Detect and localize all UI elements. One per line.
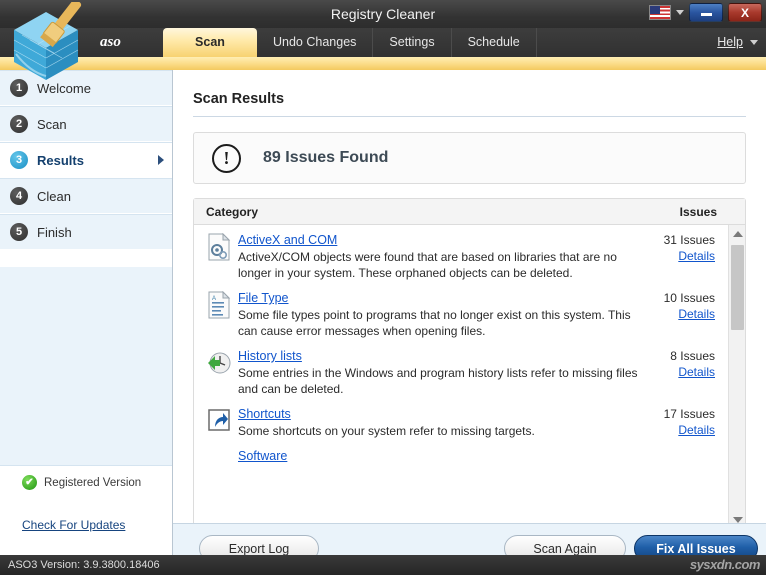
tab-scan[interactable]: Scan	[163, 28, 257, 57]
category-link-software[interactable]: Software	[238, 449, 287, 463]
category-description: Some file types point to programs that n…	[238, 308, 631, 338]
shortcuts-icon	[206, 407, 232, 435]
tab-list: Scan Undo Changes Settings Schedule	[163, 28, 537, 57]
chevron-up-icon[interactable]	[729, 225, 745, 242]
tab-undo-changes[interactable]: Undo Changes	[257, 28, 374, 57]
category-description: ActiveX/COM objects were found that are …	[238, 250, 617, 280]
exclamation-circle-icon: !	[212, 143, 241, 173]
category-description: Some entries in the Windows and program …	[238, 366, 638, 396]
watermark-text: sysxdn.com	[689, 557, 761, 572]
sidebar: 1 Welcome 2 Scan 3 Results 4 Clean 5 Fin…	[0, 70, 173, 555]
close-button[interactable]: X	[728, 3, 762, 22]
category-issue-info: 17 Issues Details	[643, 407, 715, 439]
sidebar-item-clean[interactable]: 4 Clean	[0, 178, 172, 214]
page-title: Scan Results	[193, 91, 285, 107]
category-list: Category Issues ActiveX and COM ActiveX/…	[193, 198, 746, 530]
details-link[interactable]: Details	[678, 423, 715, 437]
sidebar-item-label: Results	[37, 152, 84, 168]
tab-settings[interactable]: Settings	[373, 28, 452, 57]
list-scrollbar[interactable]	[728, 225, 745, 528]
column-header-category: Category	[206, 205, 259, 219]
table-row[interactable]: A File Type Some file types point to pro…	[194, 283, 745, 341]
details-link[interactable]: Details	[678, 365, 715, 379]
svg-text:A: A	[212, 296, 216, 302]
column-header-issues: Issues	[679, 205, 717, 219]
us-flag-icon[interactable]	[649, 5, 671, 20]
category-link-activex-and-com[interactable]: ActiveX and COM	[238, 233, 337, 247]
category-description: Some shortcuts on your system refer to m…	[238, 424, 535, 438]
sidebar-item-label: Scan	[37, 116, 67, 132]
tab-bar: aso Scan Undo Changes Settings Schedule …	[0, 28, 766, 57]
category-issue-info: 31 Issues Details	[643, 233, 715, 265]
minimize-icon	[700, 12, 712, 16]
help-link[interactable]: Help	[717, 28, 743, 57]
main-panel: Scan Results ! 89 Issues Found Category …	[173, 70, 766, 555]
chevron-down-icon[interactable]	[750, 40, 758, 45]
sidebar-item-scan[interactable]: 2 Scan	[0, 106, 172, 142]
software-icon	[206, 449, 232, 477]
category-list-body: ActiveX and COM ActiveX/COM objects were…	[194, 225, 745, 528]
help-menu[interactable]: Help	[717, 28, 758, 57]
table-row[interactable]: Shortcuts Some shortcuts on your system …	[194, 399, 745, 447]
sidebar-item-label: Finish	[37, 224, 72, 240]
registered-version-row: ✔ Registered Version	[0, 465, 172, 499]
check-circle-icon: ✔	[22, 475, 37, 490]
check-updates-link[interactable]: Check For Updates	[22, 518, 125, 532]
sidebar-item-finish[interactable]: 5 Finish	[0, 214, 172, 250]
minimize-button[interactable]	[689, 3, 723, 22]
step-number: 4	[10, 187, 28, 205]
issues-found-banner: ! 89 Issues Found	[193, 132, 746, 184]
gold-accent-bar	[0, 57, 766, 70]
step-number: 5	[10, 223, 28, 241]
registered-version-label: Registered Version	[44, 476, 142, 489]
brand-name: aso	[100, 34, 121, 50]
category-link-file-type[interactable]: File Type	[238, 291, 289, 305]
table-row[interactable]: Software	[194, 447, 745, 479]
details-link[interactable]: Details	[678, 249, 715, 263]
step-number: 3	[10, 151, 28, 169]
category-issue-count: 8 Issues	[670, 349, 715, 363]
title-bar: Registry Cleaner X	[0, 0, 766, 28]
scrollbar-thumb[interactable]	[731, 245, 744, 330]
category-issue-info: 8 Issues Details	[643, 349, 715, 381]
application-window: Registry Cleaner X aso Scan Undo Changes…	[0, 0, 766, 575]
sidebar-item-results[interactable]: 3 Results	[0, 142, 172, 178]
cube-brush-logo-icon	[6, 0, 98, 84]
category-list-header: Category Issues	[194, 199, 745, 225]
status-bar: ASO3 Version: 3.9.3800.18406 sysxdn.com	[0, 555, 766, 575]
category-link-history-lists[interactable]: History lists	[238, 349, 302, 363]
table-row[interactable]: History lists Some entries in the Window…	[194, 341, 745, 399]
details-link[interactable]: Details	[678, 307, 715, 321]
history-lists-icon	[206, 349, 232, 377]
version-text: ASO3 Version: 3.9.3800.18406	[8, 559, 160, 571]
chevron-down-icon[interactable]	[676, 10, 684, 15]
file-type-icon: A	[206, 290, 232, 319]
sidebar-filler	[0, 267, 172, 477]
category-issue-info: 10 Issues Details	[643, 291, 715, 323]
category-issue-count: 31 Issues	[663, 233, 715, 247]
table-row[interactable]: ActiveX and COM ActiveX/COM objects were…	[194, 225, 745, 283]
sidebar-item-label: Clean	[37, 188, 71, 204]
tab-schedule[interactable]: Schedule	[452, 28, 537, 57]
title-divider	[193, 116, 746, 117]
check-updates-row[interactable]: Check For Updates	[0, 509, 172, 541]
category-issue-count: 10 Issues	[663, 291, 715, 305]
body-area: 1 Welcome 2 Scan 3 Results 4 Clean 5 Fin…	[0, 70, 766, 555]
category-link-shortcuts[interactable]: Shortcuts	[238, 407, 291, 421]
step-number: 2	[10, 115, 28, 133]
category-issue-count: 17 Issues	[663, 407, 715, 421]
window-controls: X	[649, 3, 762, 22]
category-text: Software	[238, 447, 745, 477]
activex-com-icon	[206, 232, 232, 261]
chevron-right-icon	[158, 155, 164, 165]
issues-found-count: 89 Issues Found	[263, 149, 389, 166]
